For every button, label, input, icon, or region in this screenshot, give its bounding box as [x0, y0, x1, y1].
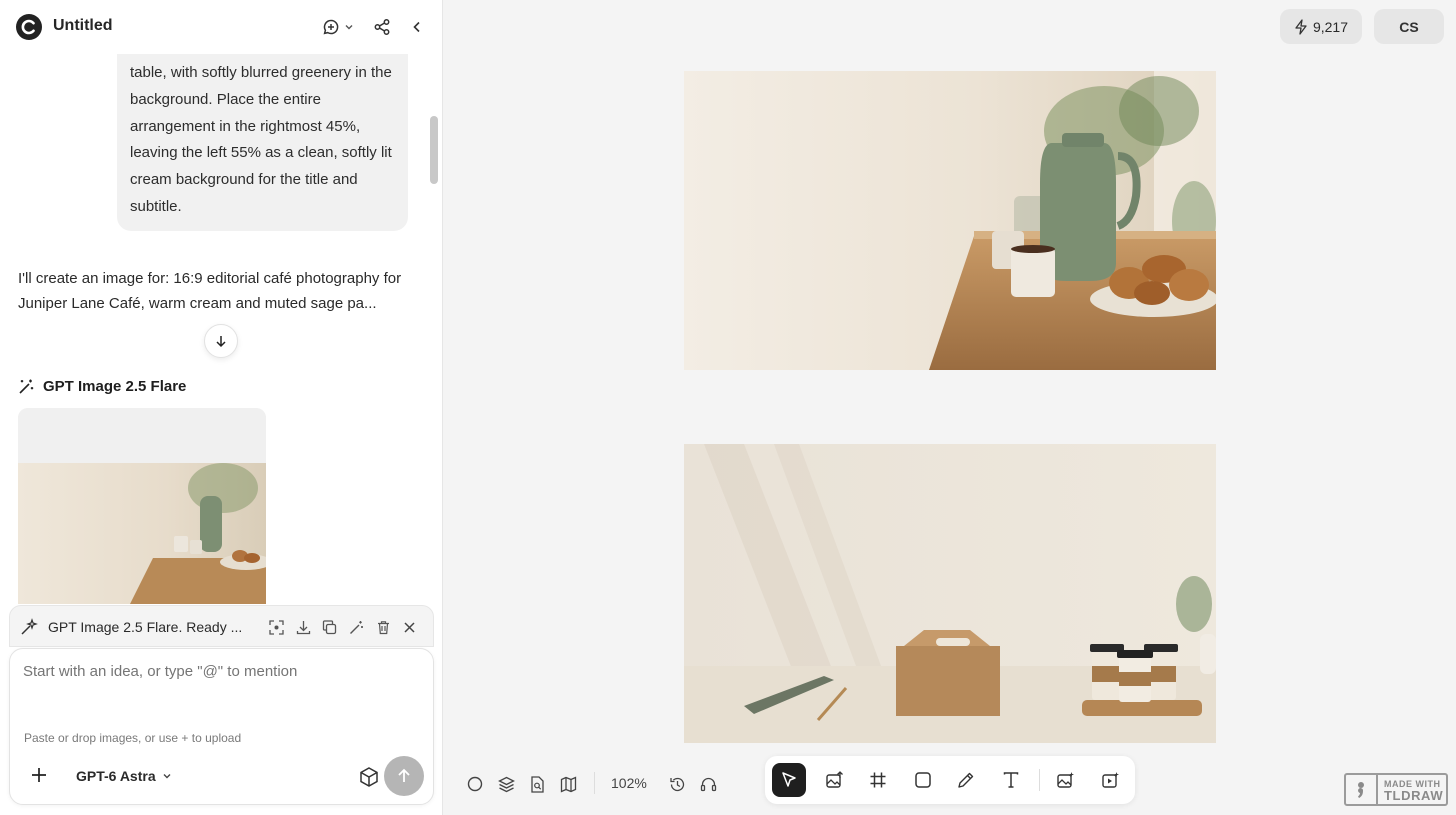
video-sparkle-icon: [1101, 771, 1119, 788]
made-with-tldraw-badge[interactable]: MADE WITH TLDRAW: [1344, 773, 1448, 806]
status-text: GPT Image 2.5 Flare. Ready ...: [48, 619, 243, 635]
tldraw-logo-icon: [1346, 775, 1378, 804]
chevron-down-icon[interactable]: [342, 15, 356, 39]
chat-scrollbar[interactable]: [430, 116, 438, 184]
canvas-image-cafe-table[interactable]: [684, 71, 1216, 370]
image-sparkle-icon: [1056, 771, 1074, 788]
generate-video-tool-button[interactable]: [1093, 763, 1127, 797]
lightning-icon: [1295, 18, 1307, 35]
text-tool-button[interactable]: [994, 763, 1028, 797]
select-tool-button[interactable]: [772, 763, 806, 797]
text-icon: [1003, 772, 1019, 788]
send-button[interactable]: [384, 756, 424, 796]
app-root: Untitled table, with softly blurred gree…: [0, 0, 1456, 815]
comment-plus-icon[interactable]: [319, 15, 343, 39]
pencil-icon: [958, 772, 974, 788]
magic-wand-icon: [19, 379, 34, 394]
sidebar-header: Untitled: [0, 0, 443, 54]
canvas-toolbar: [765, 756, 1135, 804]
canvas-image-takeaway-table[interactable]: [684, 444, 1216, 743]
download-icon[interactable]: [293, 617, 313, 637]
focus-icon[interactable]: [266, 617, 286, 637]
user-message: table, with softly blurred greenery in t…: [117, 54, 408, 231]
frame-icon: [870, 772, 886, 788]
credits-count: 9,217: [1312, 18, 1349, 35]
divider: [1039, 769, 1040, 791]
upload-hint: Paste or drop images, or use + to upload: [24, 731, 242, 745]
model-name: GPT-6 Astra: [76, 768, 156, 784]
image-upload-icon: [825, 770, 843, 788]
map-icon[interactable]: [558, 774, 578, 794]
prompt-input[interactable]: [23, 663, 418, 680]
badge-text: MADE WITH TLDRAW: [1378, 775, 1446, 804]
user-avatar[interactable]: CS: [1374, 9, 1444, 44]
share-icon[interactable]: [370, 15, 394, 39]
scroll-down-button[interactable]: [204, 324, 238, 358]
frame-tool-button[interactable]: [861, 763, 895, 797]
app-logo-icon[interactable]: [16, 14, 42, 40]
history-icon[interactable]: [667, 774, 687, 794]
assistant-message: I'll create an image for: 16:9 editorial…: [18, 270, 402, 312]
arrow-up-icon: [398, 768, 410, 782]
add-attachment-button[interactable]: [28, 764, 50, 786]
cube-icon[interactable]: [358, 766, 380, 788]
chat-thread[interactable]: table, with softly blurred greenery in t…: [0, 54, 427, 604]
generation-header: GPT Image 2.5 Flare: [18, 378, 186, 395]
plus-icon: [32, 768, 46, 782]
badge-line-2: TLDRAW: [1384, 787, 1444, 803]
document-search-icon[interactable]: [527, 774, 547, 794]
close-icon[interactable]: [399, 617, 419, 637]
cursor-icon: [782, 772, 796, 787]
generation-title: GPT Image 2.5 Flare: [43, 378, 187, 395]
rectangle-icon: [915, 772, 931, 788]
layers-icon[interactable]: [496, 774, 516, 794]
zoom-level[interactable]: 102%: [611, 775, 647, 791]
generate-image-tool-button[interactable]: [1048, 763, 1082, 797]
divider: [594, 772, 595, 794]
magic-edit-icon[interactable]: [346, 617, 366, 637]
sparkle-icon: [19, 617, 39, 637]
page-title[interactable]: Untitled: [53, 17, 113, 35]
collapse-sidebar-icon[interactable]: [405, 15, 429, 39]
prompt-composer: Paste or drop images, or use + to upload…: [9, 648, 434, 805]
generation-status-bar: GPT Image 2.5 Flare. Ready ...: [9, 605, 434, 647]
generated-image-thumbnail[interactable]: [18, 408, 266, 604]
trash-icon[interactable]: [373, 617, 393, 637]
upload-image-tool-button[interactable]: [817, 763, 851, 797]
chevron-down-icon: [163, 774, 171, 779]
rectangle-tool-button[interactable]: [906, 763, 940, 797]
headset-icon[interactable]: [698, 774, 718, 794]
model-selector[interactable]: GPT-6 Astra: [76, 768, 172, 784]
arrow-down-icon: [216, 336, 226, 348]
copy-icon[interactable]: [319, 617, 339, 637]
circle-shape-icon[interactable]: [465, 774, 485, 794]
chat-sidebar: Untitled table, with softly blurred gree…: [0, 0, 443, 815]
credits-button[interactable]: 9,217: [1280, 9, 1362, 44]
draw-tool-button[interactable]: [949, 763, 983, 797]
